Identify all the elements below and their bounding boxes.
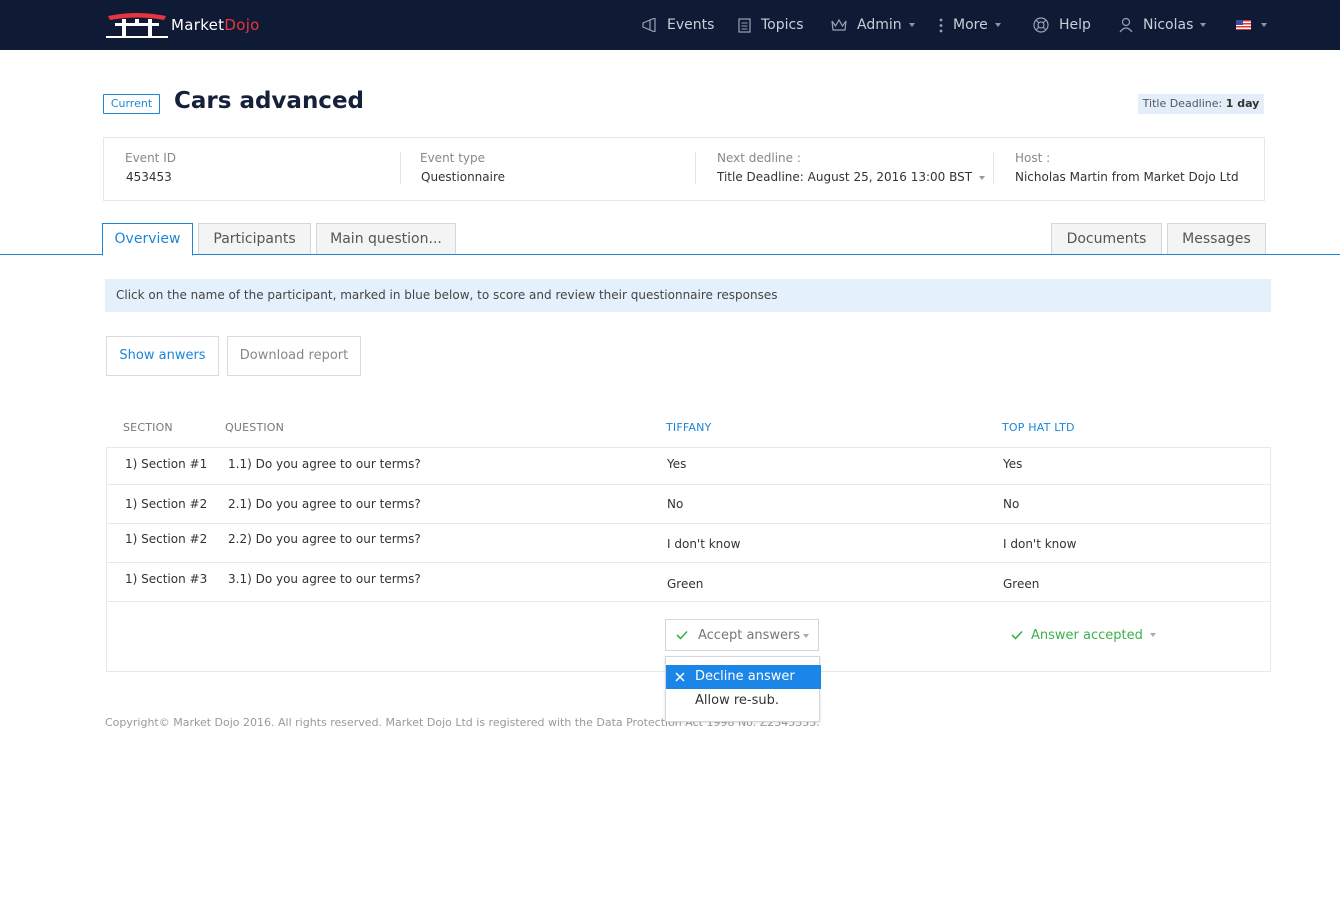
tab-documents[interactable]: Documents (1051, 223, 1162, 255)
check-icon (676, 630, 688, 640)
chevron-down-icon (1149, 633, 1156, 637)
status-badge: Current (103, 94, 160, 114)
host-label: Host : (1015, 151, 1051, 165)
chevron-down-icon (1261, 23, 1267, 27)
brand-name: MarketDojo (171, 16, 260, 34)
nav-user[interactable]: Nicolas (1119, 0, 1207, 50)
divider (993, 152, 994, 184)
title-deadline-value: 1 day (1225, 97, 1260, 110)
megaphone-icon (642, 18, 656, 32)
question-cell: 1.1) Do you agree to our terms? (228, 457, 421, 471)
document-icon (738, 17, 751, 33)
question-cell: 2.2) Do you agree to our terms? (228, 532, 421, 546)
answer-cell: Green (1003, 577, 1040, 591)
nav-events-label: Events (667, 17, 715, 33)
event-id-label: Event ID (125, 151, 176, 165)
section-cell: 1) Section #3 (125, 572, 208, 586)
row-divider (107, 562, 1270, 563)
row-divider (107, 484, 1270, 485)
event-type-value: Questionnaire (421, 170, 506, 184)
column-header-question: QUESTION (225, 421, 285, 434)
nav-admin[interactable]: Admin (831, 0, 915, 50)
answer-cell: I don't know (667, 537, 741, 551)
row-divider (107, 523, 1270, 524)
column-header-top-hat-ltd[interactable]: TOP HAT LTD (1002, 421, 1075, 434)
top-navbar: MarketDojo Events Topics Admin More Help… (0, 0, 1340, 50)
accept-answers-label: Accept answers (698, 627, 801, 643)
language-selector[interactable] (1236, 0, 1267, 50)
menu-item-label: Decline answer (695, 669, 795, 684)
tab-underline (0, 254, 1340, 255)
crown-icon (831, 18, 847, 31)
answer-cell: Green (667, 577, 704, 591)
tab-participants[interactable]: Participants (198, 223, 311, 255)
answer-accepted-label: Answer accepted (1031, 627, 1143, 643)
vertical-dots-icon (939, 18, 943, 32)
divider (400, 152, 401, 184)
nav-more[interactable]: More (939, 0, 1001, 50)
nav-help-label: Help (1059, 17, 1091, 33)
nav-admin-label: Admin (857, 17, 902, 33)
next-deadline-text: Title Deadline: August 25, 2016 13:00 BS… (717, 170, 973, 184)
nav-more-label: More (953, 17, 988, 33)
tab-messages[interactable]: Messages (1167, 223, 1266, 255)
title-deadline-label: Title Deadline: (1142, 97, 1223, 110)
event-id-value: 453453 (126, 170, 172, 184)
answer-accepted-select[interactable]: Answer accepted (1011, 619, 1156, 651)
section-cell: 1) Section #2 (125, 532, 208, 546)
title-deadline-badge: Title Deadline: 1 day (1138, 94, 1264, 114)
answer-cell: No (1003, 497, 1020, 511)
nav-events[interactable]: Events (642, 0, 714, 50)
section-cell: 1) Section #1 (125, 457, 208, 471)
page-title: Cars advanced (174, 88, 365, 114)
chevron-down-icon (1200, 23, 1207, 27)
menu-item-label: Allow re-sub. (695, 693, 779, 708)
divider (695, 152, 696, 184)
chevron-down-icon (908, 23, 915, 27)
check-icon (1011, 630, 1023, 640)
nav-user-label: Nicolas (1143, 17, 1194, 33)
menu-item-allow-resubmission[interactable]: Allow re-sub. (666, 689, 819, 713)
show-answers-button[interactable]: Show anwers (106, 336, 219, 376)
event-info-panel: Event ID 453453 Event type Questionnaire… (103, 137, 1265, 201)
us-flag-icon (1236, 20, 1251, 30)
nav-topics[interactable]: Topics (738, 0, 804, 50)
torii-gate-icon (106, 13, 168, 38)
answer-cell: No (667, 497, 684, 511)
next-deadline-value[interactable]: Title Deadline: August 25, 2016 13:00 BS… (717, 170, 986, 184)
lifebuoy-icon (1033, 17, 1049, 33)
nav-topics-label: Topics (761, 17, 804, 33)
question-cell: 3.1) Do you agree to our terms? (228, 572, 421, 586)
info-notice: Click on the name of the participant, ma… (105, 279, 1271, 312)
chevron-down-icon (994, 23, 1001, 27)
nav-help[interactable]: Help (1033, 0, 1091, 50)
section-cell: 1) Section #2 (125, 497, 208, 511)
next-deadline-label: Next dedline : (717, 151, 801, 165)
answers-table: 1) Section #1 1.1) Do you agree to our t… (106, 447, 1271, 672)
user-icon (1119, 17, 1133, 33)
column-header-section: SECTION (123, 421, 173, 434)
close-icon (675, 672, 685, 682)
host-value: Nicholas Martin from Market Dojo Ltd (1015, 170, 1239, 184)
chevron-down-icon (803, 634, 809, 638)
logo[interactable]: MarketDojo (106, 10, 266, 40)
download-report-button[interactable]: Download report (227, 336, 361, 376)
column-header-tiffany[interactable]: TIFFANY (666, 421, 711, 434)
menu-item-decline-answer[interactable]: Decline answer (666, 665, 821, 689)
answer-cell: I don't know (1003, 537, 1077, 551)
answer-cell: Yes (667, 457, 687, 471)
tab-main-questionnaire[interactable]: Main question... (316, 223, 456, 255)
question-cell: 2.1) Do you agree to our terms? (228, 497, 421, 511)
answer-cell: Yes (1003, 457, 1023, 471)
accept-answers-dropdown: Decline answer Allow re-sub. (665, 656, 821, 722)
chevron-down-icon (979, 175, 986, 180)
tab-overview[interactable]: Overview (102, 223, 193, 256)
accept-answers-select[interactable]: Accept answers (665, 619, 819, 651)
event-type-label: Event type (420, 151, 485, 165)
row-divider (107, 601, 1270, 602)
